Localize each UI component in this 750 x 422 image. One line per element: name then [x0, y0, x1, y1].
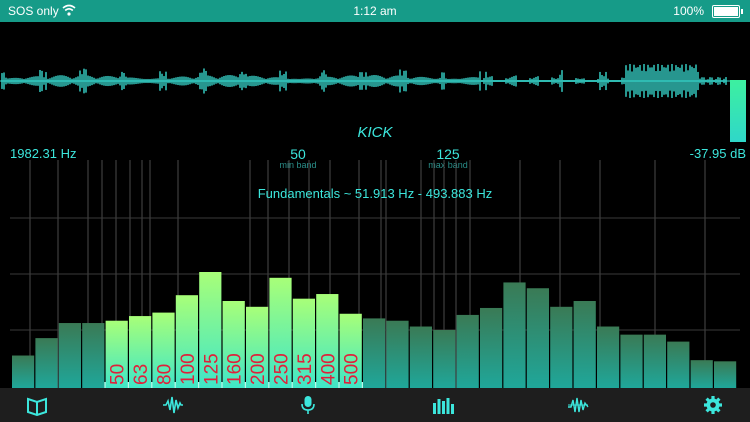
spectrum-bar [597, 326, 620, 388]
spectrum-bar [82, 323, 105, 388]
clock: 1:12 am [353, 4, 397, 18]
spectrum-bar [12, 355, 35, 388]
spectrum-bar [409, 326, 432, 388]
spectrum-bar [620, 334, 643, 388]
spectrum-bar [58, 323, 81, 388]
spectrum-bar [714, 361, 737, 388]
waveform-samples [1, 64, 727, 98]
spectrum-bar [643, 334, 666, 388]
waveform-display[interactable] [0, 55, 730, 107]
band-label: 160 [225, 353, 246, 385]
spectrum-bar [667, 341, 690, 388]
spectrum-bar [550, 306, 573, 388]
band-label: 250 [272, 353, 293, 385]
spectrum-bar [503, 282, 526, 388]
spectrum-bar [363, 318, 386, 388]
status-bar: SOS only 1:12 am 100% [0, 0, 750, 22]
band-label: 125 [201, 353, 222, 385]
band-label: 200 [248, 353, 269, 385]
spectrum-bar [573, 301, 596, 388]
spectrum-bar [526, 288, 549, 388]
fundamentals-readout: Fundamentals ~ 51.913 Hz - 493.883 Hz [257, 186, 493, 201]
microphone-icon[interactable] [297, 394, 319, 416]
gear-icon[interactable] [702, 394, 724, 416]
spectrum-bar [433, 330, 456, 388]
band-label: 500 [342, 353, 363, 385]
waveform-icon[interactable] [162, 394, 184, 416]
book-icon[interactable] [26, 394, 48, 416]
band-label: 50 [108, 364, 129, 385]
spectrum-bar [456, 314, 479, 388]
spectrum-icon[interactable] [432, 394, 454, 416]
signal-icon[interactable] [567, 394, 589, 416]
band-label: 80 [155, 364, 176, 385]
battery-percent: 100% [673, 4, 704, 18]
band-label: 400 [318, 353, 339, 385]
battery-icon [712, 5, 743, 18]
band-label: 315 [295, 353, 316, 385]
spectrum-bar [35, 338, 58, 388]
frequency-readout: 1982.31 Hz [10, 146, 77, 161]
spectrum-bar [480, 307, 503, 388]
band-label: 100 [178, 353, 199, 385]
sound-type-label: KICK [357, 124, 393, 141]
tab-bar [0, 388, 750, 422]
db-readout: -37.95 dB [689, 146, 746, 161]
band-label: 63 [131, 364, 152, 385]
spectrum-bar [690, 360, 713, 388]
spectrum-bar [386, 320, 409, 388]
